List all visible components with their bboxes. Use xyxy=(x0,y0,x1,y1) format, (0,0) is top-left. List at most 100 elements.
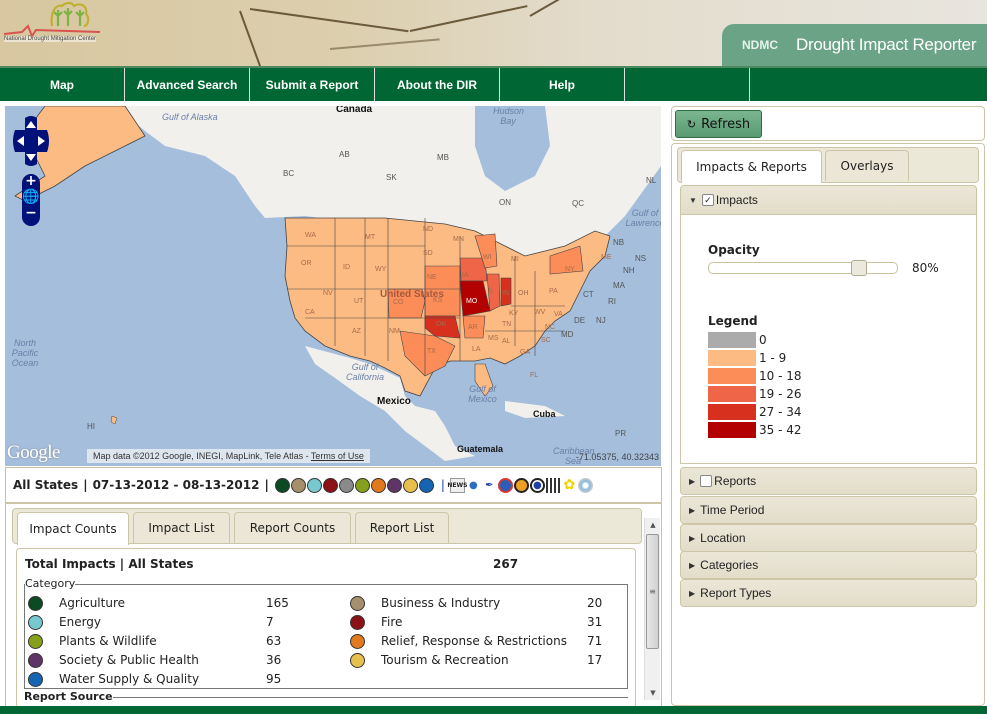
state-label-nc: NC xyxy=(545,324,556,331)
category-count: 31 xyxy=(587,615,603,629)
impacts-section-body: Opacity 80% Legend 0 1 - 9 10 - 18 19 - 26 2… xyxy=(680,215,977,464)
category-filter-dot[interactable] xyxy=(322,477,338,493)
scroll-up-arrow[interactable]: ▲ xyxy=(645,518,661,532)
tab-overlays[interactable]: Overlays xyxy=(825,150,909,181)
label-ab: AB xyxy=(339,150,350,159)
legend-range: 27 - 34 xyxy=(759,404,802,419)
reports-checkbox[interactable] xyxy=(700,475,713,487)
nav-about[interactable]: About the DIR xyxy=(375,68,500,101)
attribution-text: Map data ©2012 Google, INEGI, MapLink, T… xyxy=(93,451,311,461)
location-section-header[interactable]: ▶ Location xyxy=(680,524,977,552)
zoom-in-button[interactable]: + xyxy=(22,174,40,188)
category-filter-dot[interactable] xyxy=(402,477,418,493)
nav-advanced-search[interactable]: Advanced Search xyxy=(125,68,250,101)
category-filter-dot[interactable] xyxy=(274,477,290,493)
opacity-slider-handle[interactable] xyxy=(851,260,868,276)
state-label-nh: NH xyxy=(623,266,635,275)
category-count: 7 xyxy=(266,615,274,629)
map-view[interactable]: Canada Gulf of Alaska Hudson Bay North P… xyxy=(5,106,661,466)
impacts-checkbox[interactable]: ✓ xyxy=(701,194,714,206)
state-label-mi: MI xyxy=(511,256,519,263)
state-label-mn: MN xyxy=(453,236,464,243)
cd-icon[interactable] xyxy=(577,477,593,493)
tab-impact-list[interactable]: Impact List xyxy=(133,512,230,543)
legend-swatch xyxy=(708,421,756,438)
scroll-down-arrow[interactable]: ▼ xyxy=(645,686,661,700)
report-types-section-header[interactable]: ▶ Report Types xyxy=(680,579,977,607)
building-icon[interactable] xyxy=(545,477,561,493)
category-color-dot xyxy=(350,614,365,630)
state-label-nj: NJ xyxy=(596,316,606,325)
state-label-sd: SD xyxy=(423,250,433,257)
zoom-control[interactable]: + 🌐 − xyxy=(22,174,40,226)
org-abbrev: NDMC xyxy=(742,38,778,52)
state-label-ks: KS xyxy=(433,297,443,304)
panel-tabs: Impacts & Reports Overlays xyxy=(677,147,979,183)
state-label-ms: MS xyxy=(488,335,499,342)
refresh-label: Refresh xyxy=(701,116,751,132)
state-label-ga: GA xyxy=(520,349,531,356)
state-label-ut: UT xyxy=(354,298,364,305)
news-icon[interactable]: NEWS xyxy=(447,477,467,493)
person-icon[interactable]: ● xyxy=(466,478,481,493)
opacity-slider[interactable] xyxy=(708,260,898,276)
scroll-thumb[interactable]: ≡ xyxy=(646,534,659,649)
nav-help[interactable]: Help xyxy=(500,68,625,101)
reports-section-header[interactable]: ▶ Reports xyxy=(680,467,977,495)
impact-counts-content: Total Impacts | All States 267 Category … xyxy=(16,548,636,708)
refresh-button[interactable]: ↻ Refresh xyxy=(675,110,762,138)
label-hi: HI xyxy=(87,422,95,431)
tab-report-list[interactable]: Report List xyxy=(355,512,449,543)
category-filter-dot[interactable] xyxy=(354,477,370,493)
tab-impacts-reports[interactable]: Impacts & Reports xyxy=(681,150,822,183)
zoom-out-button[interactable]: − xyxy=(22,206,40,220)
category-row: Tourism & Recreation 17 xyxy=(350,651,602,669)
state-label-ca: CA xyxy=(305,309,315,316)
hawaii xyxy=(110,415,118,425)
report-source-legend: Report Source xyxy=(24,690,113,703)
flower-icon[interactable]: ✿ xyxy=(562,477,577,493)
results-scrollbar[interactable]: ▲ ≡ ▼ xyxy=(644,518,660,700)
app-title-tab: NDMC Drought Impact Reporter xyxy=(722,24,987,66)
legend-swatch xyxy=(708,331,756,348)
globe-icon[interactable]: 🌐 xyxy=(22,188,40,206)
category-filter-dot[interactable] xyxy=(418,477,434,493)
categories-section-header[interactable]: ▶ Categories xyxy=(680,551,977,579)
category-filter-dot[interactable] xyxy=(386,477,402,493)
category-name: Water Supply & Quality xyxy=(59,672,200,686)
state-label-wa: WA xyxy=(305,232,317,239)
feather-icon[interactable]: ✒ xyxy=(482,478,497,493)
impacts-section-header[interactable]: ▼ ✓ Impacts xyxy=(680,185,977,215)
category-filter-dot[interactable] xyxy=(370,477,386,493)
tab-report-counts[interactable]: Report Counts xyxy=(234,512,351,543)
pan-control[interactable] xyxy=(13,116,49,166)
state-label-mt: MT xyxy=(365,234,376,241)
state-label-ar: AR xyxy=(468,324,478,331)
category-row: Society & Public Health 36 xyxy=(28,651,281,669)
state-label-me: ME xyxy=(601,254,612,261)
nav-map[interactable]: Map xyxy=(0,68,125,101)
state-label-sc: SC xyxy=(541,337,551,344)
state-label-co: CO xyxy=(393,299,404,306)
fire-icon[interactable] xyxy=(513,477,529,493)
state-label-il: IL xyxy=(488,288,494,295)
legend-label: Legend xyxy=(708,314,758,328)
ndmc-logo[interactable]: National Drought Mitigation Center xyxy=(2,1,102,48)
category-color-dot xyxy=(28,633,43,649)
category-filter-dot[interactable] xyxy=(290,477,306,493)
tab-impact-counts[interactable]: Impact Counts xyxy=(17,512,129,545)
category-name: Society & Public Health xyxy=(59,653,199,667)
state-label-ia: IA xyxy=(462,272,469,279)
expand-right-icon: ▶ xyxy=(689,588,696,598)
nav-submit-report[interactable]: Submit a Report xyxy=(250,68,375,101)
category-filter-dot[interactable] xyxy=(306,477,322,493)
refresh-container: ↻ Refresh xyxy=(671,106,985,141)
time-period-section-header[interactable]: ▶ Time Period xyxy=(680,496,977,524)
water-icon[interactable]: ● xyxy=(529,477,545,493)
category-filter-dot[interactable] xyxy=(338,477,354,493)
legend-row: 1 - 9 xyxy=(708,349,786,366)
label-mexico: Mexico xyxy=(377,396,411,407)
expand-right-icon: ▶ xyxy=(689,560,696,570)
terms-of-use-link[interactable]: Terms of Use xyxy=(311,451,364,461)
nws-icon[interactable] xyxy=(497,477,513,493)
